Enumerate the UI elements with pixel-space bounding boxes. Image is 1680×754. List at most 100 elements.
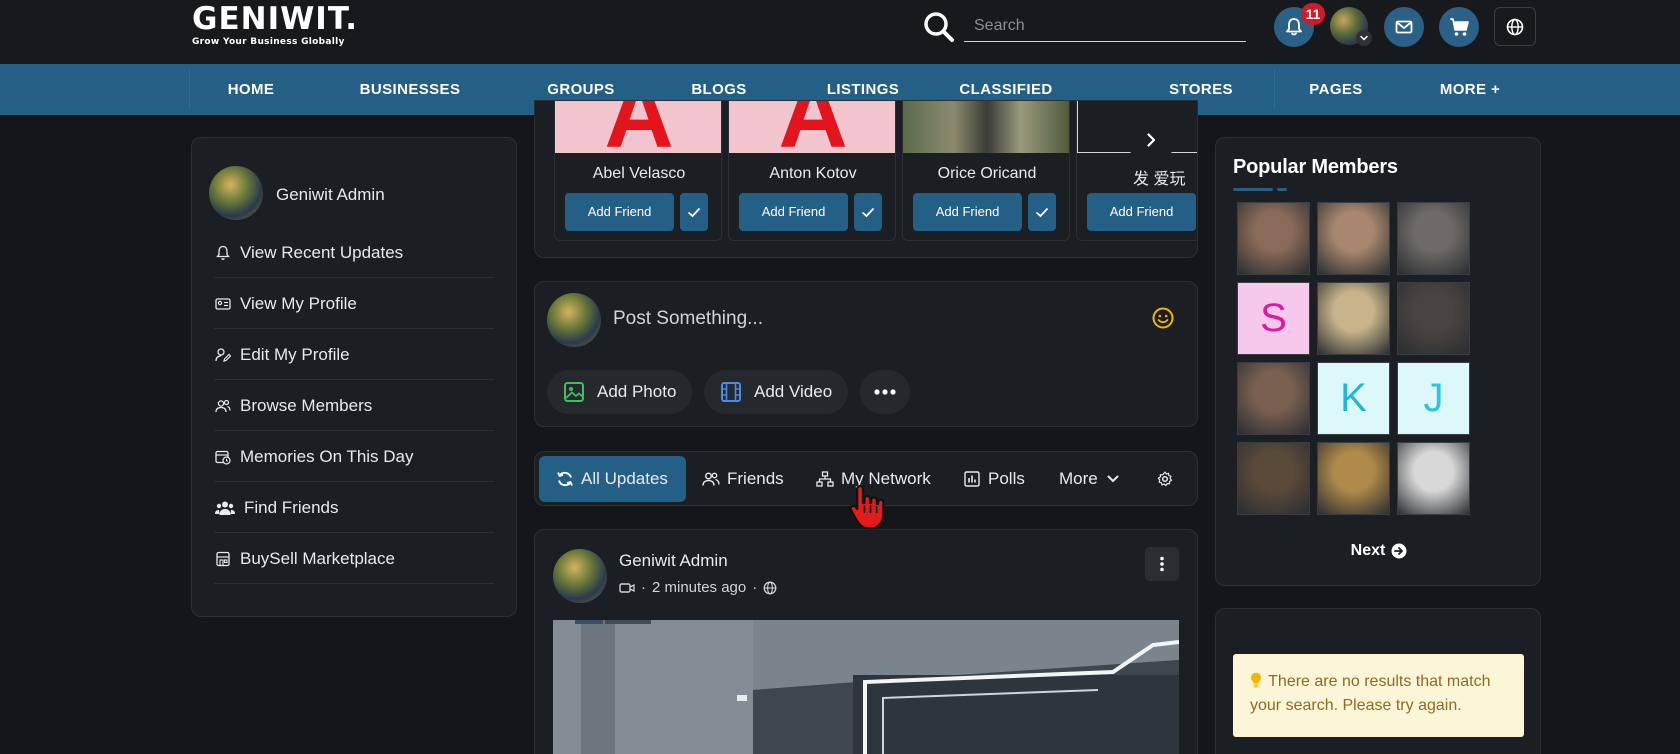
video-frame bbox=[553, 620, 1179, 754]
member-avatar-letter: S bbox=[1238, 283, 1309, 354]
friend-suggestion-card: A Abel Velasco Add Friend bbox=[554, 101, 722, 241]
calendar-clock-icon bbox=[214, 448, 232, 466]
add-video-label: Add Video bbox=[754, 382, 833, 401]
site-logo[interactable]: GENIWIT. Grow Your Business Globally bbox=[192, 2, 358, 47]
sidebar-item-find-friends[interactable]: Find Friends bbox=[214, 483, 494, 533]
nav-pages[interactable]: PAGES bbox=[1309, 64, 1362, 115]
id-card-icon bbox=[214, 295, 232, 313]
search-input[interactable] bbox=[964, 10, 1246, 42]
carousel-next-button[interactable] bbox=[1127, 116, 1175, 164]
language-button[interactable] bbox=[1494, 7, 1536, 46]
nav-more[interactable]: MORE + bbox=[1440, 64, 1500, 115]
post-author-name[interactable]: Geniwit Admin bbox=[619, 551, 728, 571]
sidebar-item-marketplace[interactable]: BuySell Marketplace bbox=[214, 534, 494, 584]
tab-friends[interactable]: Friends bbox=[701, 456, 784, 502]
member-avatar[interactable] bbox=[1397, 282, 1470, 355]
friend-name[interactable]: Anton Kotov bbox=[729, 165, 895, 183]
post-meta: · 2 minutes ago · bbox=[619, 579, 777, 596]
member-avatar[interactable] bbox=[1237, 362, 1310, 435]
tab-polls[interactable]: Polls bbox=[962, 456, 1025, 502]
member-avatar[interactable] bbox=[1317, 282, 1390, 355]
tab-label: More bbox=[1059, 469, 1098, 488]
cart-icon bbox=[1450, 18, 1469, 36]
check-icon[interactable] bbox=[680, 193, 708, 231]
friend-suggestion-card: A Anton Kotov Add Friend bbox=[728, 101, 896, 241]
refresh-icon bbox=[555, 469, 575, 489]
post-time[interactable]: 2 minutes ago bbox=[652, 579, 746, 596]
post-input[interactable]: Post Something... bbox=[613, 308, 763, 330]
member-avatar[interactable] bbox=[1397, 442, 1470, 515]
post-video[interactable] bbox=[553, 620, 1179, 754]
check-icon[interactable] bbox=[854, 193, 882, 231]
nav-businesses[interactable]: BUSINESSES bbox=[360, 64, 461, 115]
check-icon[interactable] bbox=[1028, 193, 1056, 231]
friend-avatar[interactable]: A bbox=[729, 101, 895, 153]
popular-members-widget: Popular Members SKJ Next bbox=[1215, 137, 1541, 586]
member-avatar[interactable] bbox=[1237, 202, 1310, 275]
friend-avatar[interactable] bbox=[903, 101, 1069, 153]
post-options-button[interactable] bbox=[1145, 547, 1179, 581]
profile-avatar[interactable] bbox=[209, 166, 263, 220]
more-options-button[interactable] bbox=[860, 370, 910, 414]
users-icon bbox=[214, 397, 232, 415]
tab-more[interactable]: More bbox=[1059, 456, 1120, 502]
globe-icon bbox=[1506, 18, 1524, 35]
sidebar-item-label: Memories On This Day bbox=[240, 446, 414, 466]
cart-button[interactable] bbox=[1439, 7, 1479, 47]
tab-all-updates[interactable]: All Updates bbox=[539, 456, 686, 502]
left-sidebar: Geniwit Admin View Recent Updates View M… bbox=[191, 137, 517, 617]
globe-icon[interactable] bbox=[763, 581, 777, 595]
add-friend-button[interactable]: Add Friend bbox=[739, 193, 848, 231]
emoji-icon[interactable] bbox=[1151, 306, 1175, 330]
user-edit-icon bbox=[214, 346, 232, 364]
store-icon bbox=[214, 550, 232, 568]
next-label: Next bbox=[1350, 542, 1386, 559]
gear-icon bbox=[1157, 471, 1173, 487]
search-results-widget: There are no results that match your sea… bbox=[1215, 608, 1541, 754]
sidebar-item-memories[interactable]: Memories On This Day bbox=[214, 432, 494, 482]
member-avatar[interactable]: K bbox=[1317, 362, 1390, 435]
post-author-avatar[interactable] bbox=[553, 549, 607, 603]
bell-icon bbox=[1286, 18, 1302, 36]
add-friend-button[interactable]: Add Friend bbox=[913, 193, 1022, 231]
member-avatar[interactable] bbox=[1317, 442, 1390, 515]
users-icon bbox=[701, 469, 721, 489]
friend-name[interactable]: 发 爱玩 bbox=[1077, 165, 1197, 189]
network-icon bbox=[815, 469, 835, 489]
nav-home[interactable]: HOME bbox=[228, 64, 275, 115]
friend-avatar[interactable]: A bbox=[555, 101, 721, 153]
hand-pointer-icon bbox=[849, 484, 885, 530]
poll-icon bbox=[962, 469, 982, 489]
search-icon[interactable] bbox=[922, 10, 956, 44]
add-friend-button[interactable]: Add Friend bbox=[1087, 193, 1196, 231]
chevron-down-icon bbox=[1107, 475, 1119, 483]
member-avatar[interactable] bbox=[1317, 202, 1390, 275]
avatar-letter: A bbox=[778, 101, 847, 153]
friend-name[interactable]: Abel Velasco bbox=[555, 165, 721, 183]
composer-avatar bbox=[547, 293, 601, 347]
member-avatar[interactable]: S bbox=[1237, 282, 1310, 355]
add-video-button[interactable]: Add Video bbox=[704, 370, 849, 414]
add-photo-button[interactable]: Add Photo bbox=[547, 370, 693, 414]
sidebar-item-recent-updates[interactable]: View Recent Updates bbox=[214, 228, 494, 278]
sidebar-item-browse-members[interactable]: Browse Members bbox=[214, 381, 494, 431]
profile-name[interactable]: Geniwit Admin bbox=[276, 185, 385, 205]
sidebar-item-edit-profile[interactable]: Edit My Profile bbox=[214, 330, 494, 380]
messages-button[interactable] bbox=[1384, 7, 1424, 47]
sidebar-item-view-profile[interactable]: View My Profile bbox=[214, 279, 494, 329]
chevron-right-icon bbox=[1147, 133, 1156, 147]
member-avatar[interactable] bbox=[1397, 202, 1470, 275]
film-icon bbox=[721, 382, 741, 402]
friend-name[interactable]: Orice Oricand bbox=[903, 165, 1069, 183]
feed-post: Geniwit Admin · 2 minutes ago · bbox=[534, 529, 1198, 754]
logo-tagline: Grow Your Business Globally bbox=[192, 37, 345, 47]
next-button[interactable]: Next bbox=[1216, 542, 1542, 560]
member-avatar[interactable]: J bbox=[1397, 362, 1470, 435]
tab-label: Polls bbox=[988, 469, 1025, 488]
image-icon bbox=[564, 382, 584, 402]
member-avatar[interactable] bbox=[1237, 442, 1310, 515]
chevron-down-icon[interactable] bbox=[1356, 30, 1372, 46]
add-photo-label: Add Photo bbox=[597, 382, 677, 401]
feed-settings-button[interactable] bbox=[1157, 456, 1173, 502]
add-friend-button[interactable]: Add Friend bbox=[565, 193, 674, 231]
